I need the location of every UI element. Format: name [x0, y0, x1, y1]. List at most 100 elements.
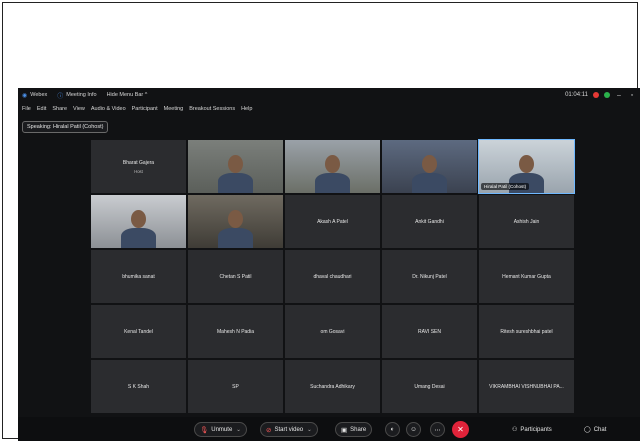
participant-tile[interactable]: om Gosavi: [285, 305, 380, 358]
participant-tile[interactable]: Umang Desai: [382, 360, 477, 413]
recording-icon[interactable]: [593, 92, 599, 98]
maximize-icon[interactable]: ▫: [628, 92, 636, 99]
reactions-button[interactable]: ☺: [406, 422, 421, 437]
participant-tile[interactable]: RAVI SEN: [382, 305, 477, 358]
more-icon: ⋯: [434, 426, 441, 434]
participants-label: Participants: [520, 426, 552, 433]
participant-tile[interactable]: Kenal Tandel: [91, 305, 186, 358]
menu-file[interactable]: File: [22, 106, 31, 112]
person-silhouette: [121, 227, 156, 248]
menu-edit[interactable]: Edit: [37, 106, 46, 112]
participant-tile[interactable]: S K Shah: [91, 360, 186, 413]
participant-tile[interactable]: [188, 195, 283, 248]
participant-video: [91, 195, 186, 248]
participant-tile[interactable]: VIKRAMBHAI VISHNUBHAI PA...: [479, 360, 574, 413]
participant-role: Host: [134, 168, 143, 174]
participant-tile[interactable]: Ashish Jain: [479, 195, 574, 248]
captions-button[interactable]: ◐: [385, 422, 400, 437]
connection-status-icon[interactable]: [604, 92, 610, 98]
chevron-down-icon[interactable]: ⌄: [307, 427, 312, 433]
participant-grid: Bharat Gajera Host Hiralal Patil (Cohost) A…: [91, 139, 576, 413]
participant-name: Ankit Gandhi: [415, 218, 444, 225]
participants-button[interactable]: ⚇ Participants: [512, 422, 552, 437]
participant-tile[interactable]: [285, 140, 380, 193]
share-label: Share: [350, 426, 367, 433]
microphone-muted-icon: 🎙: [200, 426, 209, 434]
participant-name: Hemant Kumar Gupta: [502, 273, 551, 280]
participant-name: Ashish Jain: [513, 218, 540, 225]
menu-meeting[interactable]: Meeting: [164, 106, 184, 112]
minimize-icon[interactable]: –: [615, 92, 623, 99]
titlebar-right: 01:04:11 – ▫: [565, 88, 636, 102]
participant-tile[interactable]: Ritesh sureshbhai patel: [479, 305, 574, 358]
share-button[interactable]: ▣ Share: [335, 422, 373, 437]
participant-name: Chetan S Patil: [219, 273, 252, 280]
participant-name: om Gosavi: [320, 328, 345, 335]
participant-tile[interactable]: Bharat Gajera Host: [91, 140, 186, 193]
person-head: [518, 154, 535, 173]
participant-video: [188, 140, 283, 193]
webex-icon: ◉: [22, 92, 28, 99]
participant-tile[interactable]: [188, 140, 283, 193]
meeting-timer: 01:04:11: [565, 92, 588, 98]
participant-name: dhaval chaudhari: [313, 273, 352, 280]
person-silhouette: [218, 172, 253, 193]
meeting-info-label: Meeting Info: [66, 92, 97, 98]
participant-name: S K Shah: [127, 383, 150, 390]
person-head: [324, 154, 341, 173]
participant-tile[interactable]: Hiralal Patil (Cohost): [478, 139, 575, 194]
participant-name: Mahesh N Padia: [217, 328, 254, 335]
person-head: [227, 154, 244, 173]
person-silhouette: [412, 172, 447, 193]
participant-video: [382, 140, 477, 193]
hide-menu-bar-button[interactable]: Hide Menu Bar ^: [107, 92, 148, 98]
participant-name: Ritesh sureshbhai patel: [500, 328, 553, 335]
speaking-indicator: Speaking: Hiralal Patil (Cohost): [22, 121, 109, 133]
start-video-label: Start video: [274, 426, 304, 433]
unmute-button[interactable]: 🎙 Unmute ⌄: [194, 422, 247, 437]
unmute-label: Unmute: [211, 426, 233, 433]
info-icon: ⓘ: [57, 93, 64, 100]
participant-name: RAVI SEN: [418, 328, 441, 335]
chat-button[interactable]: ◯ Chat: [584, 422, 606, 437]
participant-name: Bharat Gajera: [122, 159, 155, 166]
more-options-button[interactable]: ⋯: [430, 422, 445, 437]
menu-participant[interactable]: Participant: [132, 106, 158, 112]
leave-meeting-button[interactable]: ✕: [452, 421, 469, 438]
participant-tile[interactable]: Hemant Kumar Gupta: [479, 250, 574, 303]
participant-video: [188, 195, 283, 248]
participant-name-tag: Hiralal Patil (Cohost): [481, 183, 530, 190]
start-video-button[interactable]: ⊘ Start video ⌄: [260, 422, 318, 437]
participant-tile[interactable]: SP: [188, 360, 283, 413]
participant-tile[interactable]: [91, 195, 186, 248]
webex-label: Webex: [30, 92, 48, 98]
participants-icon: ⚇: [512, 427, 518, 433]
meeting-info-button[interactable]: ⓘ Meeting Info: [57, 91, 96, 100]
participant-tile[interactable]: bhumika sanat: [91, 250, 186, 303]
person-silhouette: [218, 227, 253, 248]
participant-tile[interactable]: Mahesh N Padia: [188, 305, 283, 358]
menu-audio-video[interactable]: Audio & Video: [91, 106, 126, 112]
menu-share[interactable]: Share: [52, 106, 67, 112]
menu-view[interactable]: View: [73, 106, 85, 112]
hide-menu-bar-label: Hide Menu Bar ^: [106, 92, 148, 98]
participant-tile[interactable]: Ankit Gandhi: [382, 195, 477, 248]
person-head: [227, 209, 244, 228]
participant-tile[interactable]: Akash A Patel: [285, 195, 380, 248]
menu-breakout-sessions[interactable]: Breakout Sessions: [189, 106, 235, 112]
participant-name: Akash A Patel: [317, 218, 348, 225]
participant-tile[interactable]: Dr. Nikunj Patel: [382, 250, 477, 303]
chevron-down-icon[interactable]: ⌄: [236, 427, 241, 433]
menu-help[interactable]: Help: [241, 106, 252, 112]
participant-name: Umang Desai: [414, 383, 445, 390]
participant-tile[interactable]: [382, 140, 477, 193]
share-screen-icon: ▣: [341, 426, 348, 434]
webex-app-button[interactable]: ◉ Webex: [22, 92, 47, 99]
participant-tile[interactable]: Chetan S Patil: [188, 250, 283, 303]
participant-name: Dr. Nikunj Patel: [412, 273, 447, 280]
person-silhouette: [315, 172, 350, 193]
participant-tile[interactable]: dhaval chaudhari: [285, 250, 380, 303]
menu-bar: File Edit Share View Audio & Video Parti…: [18, 103, 254, 115]
person-head: [421, 154, 438, 173]
participant-tile[interactable]: Suchandra Adhikary: [285, 360, 380, 413]
